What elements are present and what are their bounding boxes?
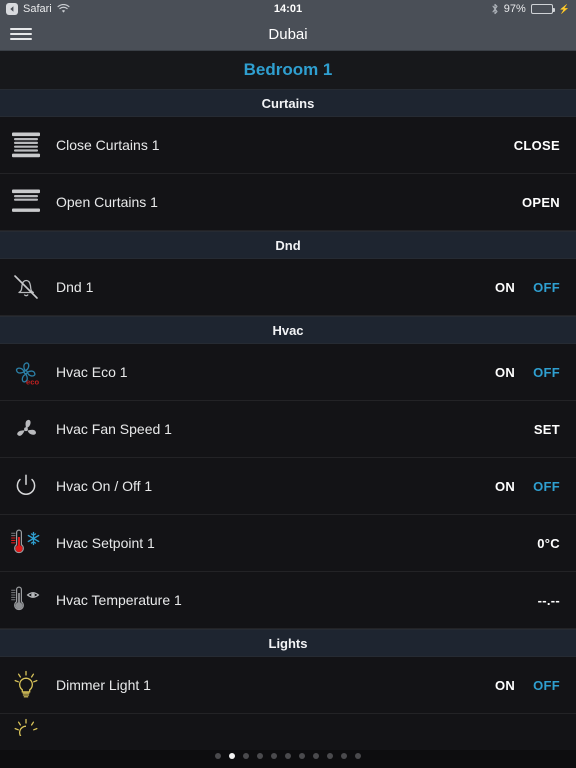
back-arrow-icon[interactable] <box>6 3 18 15</box>
action-off[interactable]: OFF <box>533 280 560 295</box>
page-dot[interactable] <box>257 753 263 759</box>
device-label: Hvac On / Off 1 <box>56 478 153 494</box>
action-set[interactable]: SET <box>534 422 560 437</box>
device-label: Hvac Fan Speed 1 <box>56 421 172 437</box>
page-dot[interactable] <box>271 753 277 759</box>
device-actions: ON OFF <box>495 365 560 380</box>
device-actions: CLOSE <box>514 138 560 153</box>
action-on[interactable]: ON <box>495 280 515 295</box>
charging-bolt-icon: ⚡ <box>558 3 570 14</box>
action-off[interactable]: OFF <box>533 365 560 380</box>
app-screen: Safari 14:01 97% ⚡ Dubai Bedroom 1 Curta… <box>0 0 576 768</box>
action-0-c: 0°C <box>537 535 560 551</box>
action-close[interactable]: CLOSE <box>514 138 560 153</box>
page-dot[interactable] <box>327 753 333 759</box>
blind-closed-icon <box>4 123 48 167</box>
action-open[interactable]: OPEN <box>522 195 560 210</box>
device-row[interactable]: Hvac Setpoint 1 0°C <box>0 515 576 572</box>
device-label: Hvac Temperature 1 <box>56 592 182 608</box>
device-label: Hvac Setpoint 1 <box>56 535 155 551</box>
hamburger-menu-icon[interactable] <box>10 26 32 42</box>
section-header-lights: Lights <box>0 629 576 657</box>
page-dot[interactable] <box>285 753 291 759</box>
thermometer-snowflake-icon <box>4 521 48 565</box>
section-header-hvac: Hvac <box>0 316 576 344</box>
battery-percent-label: 97% <box>503 3 526 15</box>
thermometer-eye-icon <box>4 578 48 622</box>
fan-speed-icon <box>4 407 48 451</box>
device-actions: ON OFF <box>495 479 560 494</box>
bell-slash-icon <box>4 265 48 309</box>
section-header-curtains: Curtains <box>0 89 576 117</box>
navigation-bar: Dubai <box>0 18 576 51</box>
status-bar-left: Safari <box>6 3 70 15</box>
device-row[interactable]: eco Hvac Eco 1 ON OFF <box>0 344 576 401</box>
device-row[interactable]: Open Curtains 1 OPEN <box>0 174 576 231</box>
device-row[interactable]: Close Curtains 1 CLOSE <box>0 117 576 174</box>
action-off[interactable]: OFF <box>533 678 560 693</box>
device-row[interactable]: Hvac Temperature 1 --.-- <box>0 572 576 629</box>
device-row[interactable]: Hvac Fan Speed 1 SET <box>0 401 576 458</box>
device-actions: SET <box>534 422 560 437</box>
page-dot[interactable] <box>313 753 319 759</box>
page-indicator[interactable] <box>0 753 576 759</box>
device-row[interactable]: Hvac On / Off 1 ON OFF <box>0 458 576 515</box>
bluetooth-icon <box>491 3 499 15</box>
device-label: Close Curtains 1 <box>56 137 160 153</box>
page-title: Dubai <box>268 25 308 43</box>
action-on[interactable]: ON <box>495 479 515 494</box>
status-bar-right: 97% ⚡ <box>491 3 570 15</box>
room-title: Bedroom 1 <box>0 51 576 89</box>
blind-open-icon <box>4 180 48 224</box>
action-on[interactable]: ON <box>495 365 515 380</box>
page-dot[interactable] <box>299 753 305 759</box>
page-dot[interactable] <box>215 753 221 759</box>
page-dot[interactable] <box>341 753 347 759</box>
device-label: Dnd 1 <box>56 279 94 295</box>
device-actions: --.-- <box>538 593 560 608</box>
action-off[interactable]: OFF <box>533 479 560 494</box>
device-label: Dimmer Light 1 <box>56 677 151 693</box>
device-actions: ON OFF <box>495 678 560 693</box>
device-label: Hvac Eco 1 <box>56 364 128 380</box>
device-actions: 0°C <box>537 536 560 551</box>
svg-text:eco: eco <box>26 377 39 386</box>
lightbulb-icon <box>4 663 48 707</box>
page-dot[interactable] <box>355 753 361 759</box>
page-dot[interactable] <box>229 753 235 759</box>
device-row[interactable]: Dnd 1 ON OFF <box>0 259 576 316</box>
device-row[interactable]: Dimmer Light 1 ON OFF <box>0 657 576 714</box>
status-bar-time: 14:01 <box>273 3 303 15</box>
battery-icon <box>530 4 555 14</box>
action-on[interactable]: ON <box>495 678 515 693</box>
device-actions: ON OFF <box>495 280 560 295</box>
section-header-dnd: Dnd <box>0 231 576 259</box>
device-row[interactable] <box>0 714 576 750</box>
lightbulb-rays-icon <box>4 714 48 750</box>
action-: --.-- <box>537 592 560 608</box>
device-list: Curtains Close Curtains 1 CLOSE Open Curt… <box>0 89 576 768</box>
back-app-label[interactable]: Safari <box>23 3 52 15</box>
page-dot[interactable] <box>243 753 249 759</box>
device-actions: OPEN <box>522 195 560 210</box>
device-label: Open Curtains 1 <box>56 194 158 210</box>
wifi-icon <box>57 4 70 14</box>
fan-eco-icon: eco <box>4 350 48 394</box>
power-icon <box>4 464 48 508</box>
status-bar: Safari 14:01 97% ⚡ <box>0 0 576 18</box>
